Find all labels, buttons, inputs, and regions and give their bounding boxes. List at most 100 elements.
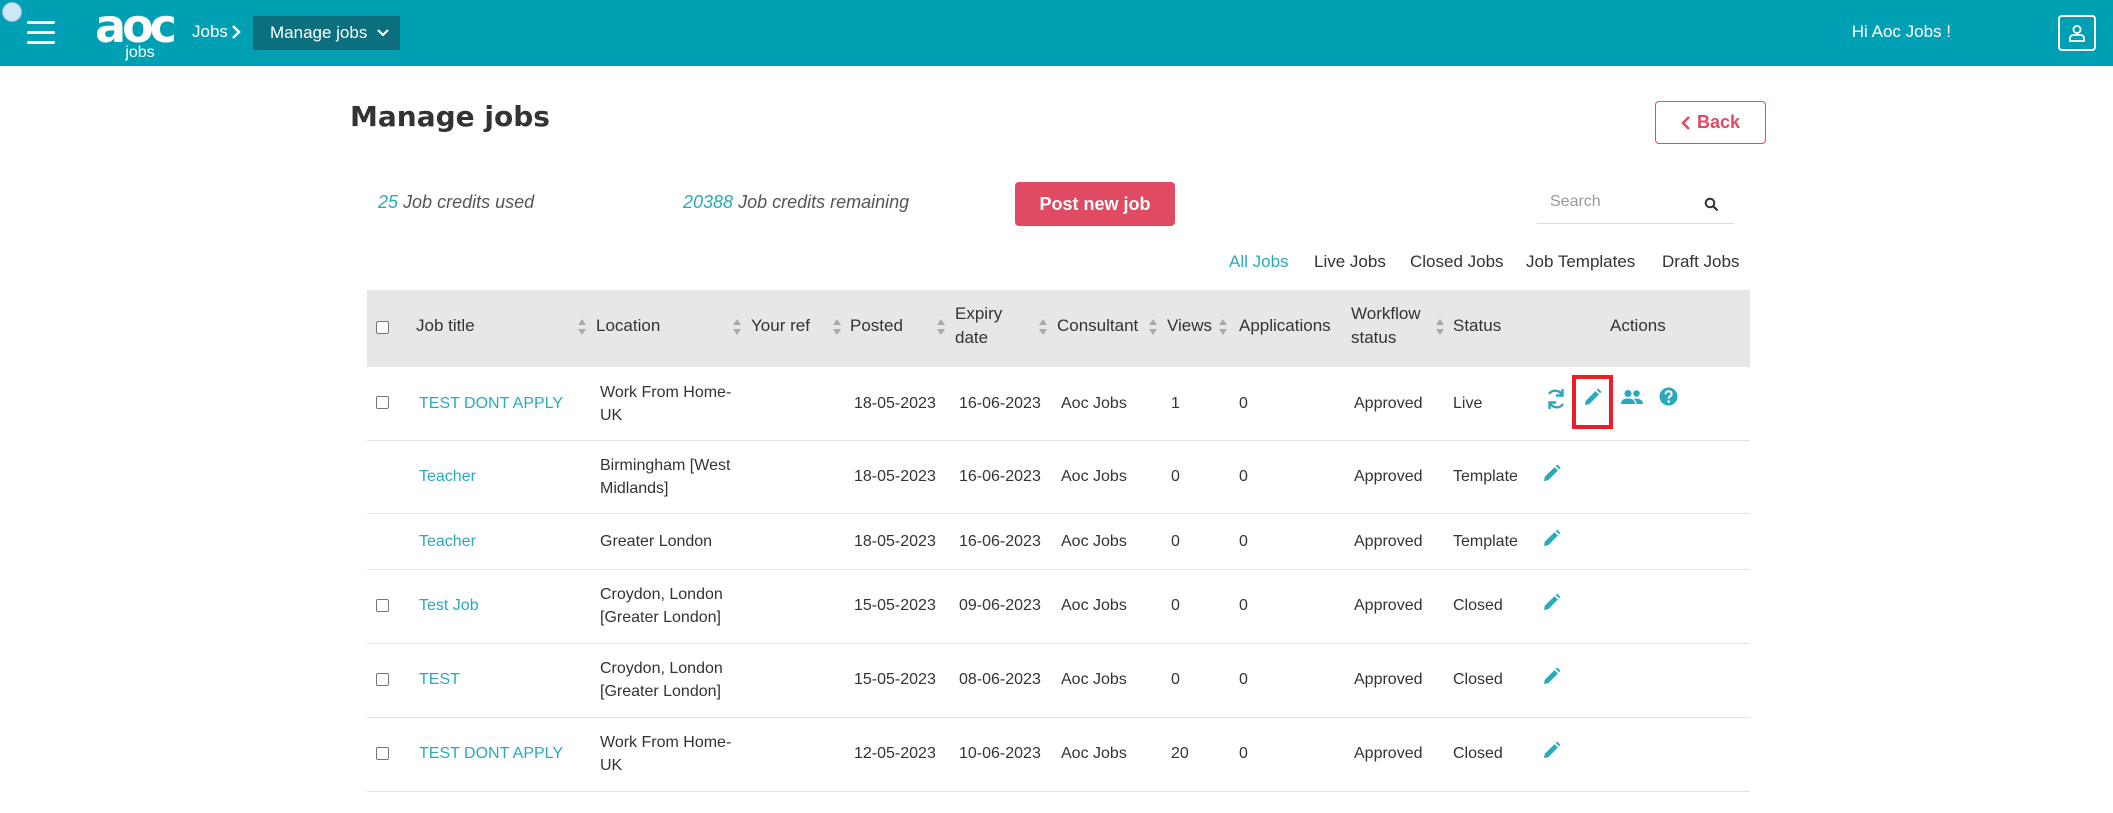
job-consultant: Aoc Jobs [1061,671,1127,688]
job-expiry-date: 09-06-2023 [959,597,1041,614]
pencil-icon[interactable] [1542,593,1561,612]
job-consultant: Aoc Jobs [1061,533,1127,550]
job-expiry-date: 16-06-2023 [959,533,1041,550]
credits-remaining: 20388 Job credits remaining [683,192,909,213]
job-workflow-status: Approved [1354,395,1423,412]
job-views: 0 [1171,597,1180,614]
row-checkbox[interactable] [376,673,389,686]
job-expiry-date: 16-06-2023 [959,468,1041,485]
column-header-workflow-line1[interactable]: Workflow [1351,302,1421,326]
column-header-consultant[interactable]: Consultant [1057,314,1138,338]
column-header-workflow-line2[interactable]: status [1351,326,1396,350]
column-header-applications[interactable]: Applications [1239,314,1331,338]
job-consultant: Aoc Jobs [1061,745,1127,762]
select-all-checkbox[interactable] [376,321,389,334]
column-header-posted[interactable]: Posted [850,314,903,338]
highlight-annotation [1572,375,1613,429]
table-row: Test Job Croydon, London [Greater London… [367,569,1750,644]
people-icon[interactable] [1620,389,1644,405]
column-header-expiry-line1[interactable]: Expiry [955,302,1002,326]
tab-job-templates[interactable]: Job Templates [1526,252,1635,272]
job-title-link[interactable]: Teacher [419,465,476,488]
row-checkbox[interactable] [376,747,389,760]
job-location-line2: [Greater London] [600,609,721,626]
sort-icon[interactable] [1038,318,1048,336]
job-posted-date: 18-05-2023 [854,395,936,412]
table-row: Teacher Greater London 18-05-2023 16-06-… [367,513,1750,570]
job-title-link[interactable]: Test Job [419,594,479,617]
sort-icon[interactable] [732,318,742,336]
table-row: TEST DONT APPLY Work From Home- UK 12-05… [367,717,1750,792]
table-row: TEST Croydon, London [Greater London] 15… [367,643,1750,718]
sort-icon[interactable] [577,318,587,336]
search-icon[interactable] [1704,197,1719,212]
user-account-button[interactable] [2058,15,2096,51]
column-header-views[interactable]: Views [1167,314,1212,338]
tab-closed-jobs[interactable]: Closed Jobs [1410,252,1504,272]
credits-used-count: 25 [378,192,399,212]
credits-remaining-label: Job credits remaining [738,192,910,212]
job-title-link[interactable]: Teacher [419,530,476,553]
column-header-location[interactable]: Location [596,314,660,338]
column-header-job-title[interactable]: Job title [416,314,475,338]
repost-icon[interactable] [1545,387,1567,411]
job-title-link[interactable]: TEST DONT APPLY [419,392,563,415]
column-header-status[interactable]: Status [1453,314,1501,338]
row-checkbox[interactable] [376,396,389,409]
pencil-icon[interactable] [1542,464,1561,483]
job-workflow-status: Approved [1354,533,1423,550]
job-posted-date: 12-05-2023 [854,745,936,762]
tab-all-jobs[interactable]: All Jobs [1229,252,1289,272]
job-applications: 0 [1239,745,1248,762]
pencil-icon[interactable] [1542,741,1561,760]
chevron-down-icon [377,29,389,37]
credits-used: 25 Job credits used [378,192,534,213]
tab-draft-jobs[interactable]: Draft Jobs [1662,252,1739,272]
job-posted-date: 15-05-2023 [854,597,936,614]
job-views: 1 [1171,395,1180,412]
job-consultant: Aoc Jobs [1061,597,1127,614]
job-workflow-status: Approved [1354,597,1423,614]
job-applications: 0 [1239,597,1248,614]
job-views: 0 [1171,468,1180,485]
table-row: Teacher Birmingham [West Midlands] 18-05… [367,440,1750,514]
sort-icon[interactable] [1148,318,1158,336]
search-input[interactable] [1537,188,1697,216]
back-button[interactable]: Back [1655,101,1766,144]
sort-icon[interactable] [1218,318,1228,336]
credits-remaining-count: 20388 [683,192,734,212]
job-location-line1: Work From Home- [600,734,732,751]
job-status: Live [1453,395,1483,412]
job-status: Template [1453,468,1518,485]
help-icon[interactable] [1659,387,1678,406]
job-views: 0 [1171,533,1180,550]
job-location-line2: Midlands] [600,480,669,497]
job-views: 20 [1171,745,1189,762]
pencil-icon[interactable] [1542,529,1561,548]
tab-live-jobs[interactable]: Live Jobs [1314,252,1386,272]
column-header-your-ref[interactable]: Your ref [751,314,810,338]
chevron-right-icon [232,25,241,39]
table-header: Job title Location Your ref Posted Expir… [367,290,1750,367]
table-row: TEST DONT APPLY Work From Home- UK 18-05… [367,367,1750,441]
page-title: Manage jobs [350,100,550,133]
job-applications: 0 [1239,395,1248,412]
job-title-link[interactable]: TEST [419,668,460,691]
job-applications: 0 [1239,468,1248,485]
sort-icon[interactable] [936,318,946,336]
job-workflow-status: Approved [1354,745,1423,762]
job-location-line1: Croydon, London [600,586,723,603]
breadcrumb-manage-jobs-dropdown[interactable]: Manage jobs [253,16,400,50]
column-header-expiry-line2[interactable]: date [955,326,988,350]
breadcrumb-jobs-link[interactable]: Jobs [192,22,228,42]
logo[interactable]: aoc jobs [90,3,178,61]
job-title-link[interactable]: TEST DONT APPLY [419,742,563,765]
row-checkbox[interactable] [376,599,389,612]
job-location-line1: Work From Home- [600,384,732,401]
sort-icon[interactable] [832,318,842,336]
post-new-job-button[interactable]: Post new job [1015,182,1175,226]
pencil-icon[interactable] [1542,667,1561,686]
hamburger-menu-icon[interactable] [27,21,55,45]
job-status: Closed [1453,597,1503,614]
sort-icon[interactable] [1435,318,1445,336]
